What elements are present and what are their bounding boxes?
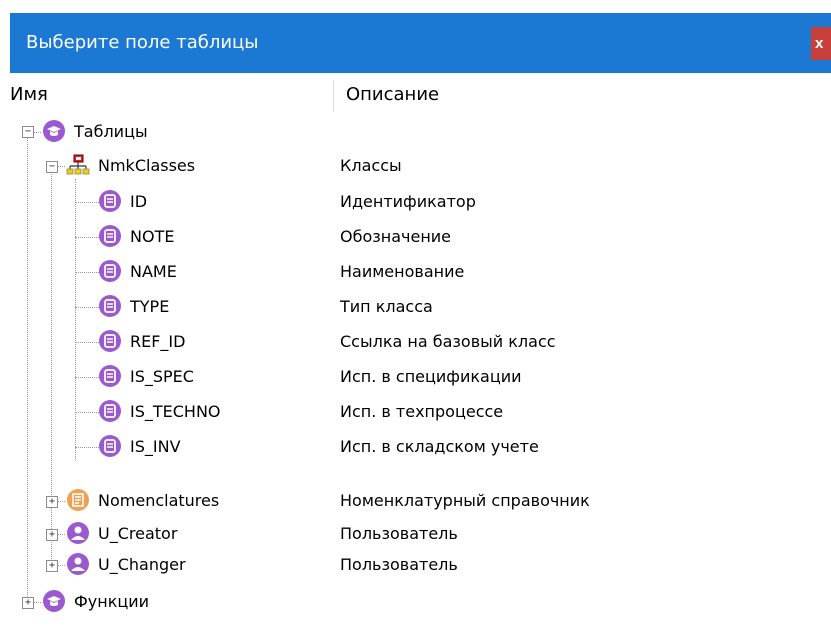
collapse-toggle[interactable]: − <box>22 126 34 138</box>
expand-toggle[interactable]: + <box>46 560 58 572</box>
field-icon <box>99 260 121 282</box>
tree-node-label: NOTE <box>130 227 175 246</box>
tables-group-icon <box>43 120 65 142</box>
field-icon <box>99 190 121 212</box>
collapse-toggle[interactable]: − <box>46 161 58 173</box>
tree-node-nomenclatures[interactable]: + Nomenclatures Номенклатурный справочни… <box>10 484 831 518</box>
tree-node-description: Исп. в складском учете <box>340 437 539 456</box>
tree-node-field[interactable]: IS_TECHNO Исп. в техпроцессе <box>10 395 831 429</box>
dialog-titlebar: Выберите поле таблицы x <box>10 13 831 73</box>
tree-node-label: U_Changer <box>98 555 186 574</box>
field-icon <box>99 435 121 457</box>
tree-node-functions[interactable]: + Функции <box>10 585 831 619</box>
field-icon <box>99 225 121 247</box>
field-icon <box>99 365 121 387</box>
field-icon <box>99 295 121 317</box>
tree-node-field[interactable]: IS_INV Исп. в складском учете <box>10 430 831 464</box>
tree-node-description: Классы <box>340 156 402 175</box>
tree-node-label: IS_TECHNO <box>130 402 221 421</box>
tree-node-label: IS_INV <box>130 437 181 456</box>
tree: − Таблицы − NmkClasses Классы ID Идентиф… <box>10 73 831 644</box>
tree-node-label: NAME <box>130 262 177 281</box>
catalog-icon <box>67 489 89 511</box>
tree-node-description: Идентификатор <box>340 192 476 211</box>
tree-node-field[interactable]: ID Идентификатор <box>10 185 831 219</box>
tree-node-label: NmkClasses <box>98 156 196 175</box>
tree-node-field[interactable]: IS_SPEC Исп. в спецификации <box>10 360 831 394</box>
functions-group-icon <box>43 590 65 612</box>
tree-node-label: REF_ID <box>130 332 186 351</box>
tree-node-u-creator[interactable]: + U_Creator Пользователь <box>10 517 831 551</box>
tree-node-field[interactable]: REF_ID Ссылка на базовый класс <box>10 325 831 359</box>
tree-node-description: Номенклатурный справочник <box>340 491 590 510</box>
tree-node-description: Ссылка на базовый класс <box>340 332 556 351</box>
dialog-title: Выберите поле таблицы <box>26 32 259 53</box>
field-tree-view[interactable]: Имя Описание − Таблицы − NmkClasses Клас… <box>10 73 831 644</box>
tree-node-field[interactable]: TYPE Тип класса <box>10 290 831 324</box>
tree-node-label: ID <box>130 192 148 211</box>
expand-toggle[interactable]: + <box>46 529 58 541</box>
tree-node-u-changer[interactable]: + U_Changer Пользователь <box>10 548 831 582</box>
field-icon <box>99 400 121 422</box>
tree-node-description: Обозначение <box>340 227 452 246</box>
tree-node-description: Тип класса <box>340 297 433 316</box>
tree-node-tables[interactable]: − Таблицы <box>10 115 831 149</box>
class-hierarchy-icon <box>66 154 90 175</box>
tree-node-field[interactable]: NAME Наименование <box>10 255 831 289</box>
tree-node-label: U_Creator <box>98 524 178 543</box>
tree-node-description: Наименование <box>340 262 465 281</box>
tree-node-nmkclasses[interactable]: − NmkClasses Классы <box>10 149 831 183</box>
tree-node-description: Исп. в спецификации <box>340 367 522 386</box>
field-icon <box>99 330 121 352</box>
tree-node-label: IS_SPEC <box>130 367 194 386</box>
close-button[interactable]: x <box>811 27 831 60</box>
tree-node-label: Nomenclatures <box>98 491 220 510</box>
tree-node-description: Пользователь <box>340 524 458 543</box>
expand-toggle[interactable]: + <box>22 597 34 609</box>
user-icon <box>67 522 89 544</box>
user-icon <box>67 553 89 575</box>
tree-node-label: Функции <box>74 592 150 611</box>
tree-node-label: Таблицы <box>74 122 148 141</box>
tree-node-label: TYPE <box>130 297 170 316</box>
expand-toggle[interactable]: + <box>46 496 58 508</box>
tree-node-description: Исп. в техпроцессе <box>340 402 504 421</box>
tree-node-field[interactable]: NOTE Обозначение <box>10 220 831 254</box>
tree-node-description: Пользователь <box>340 555 458 574</box>
close-icon: x <box>815 35 824 52</box>
